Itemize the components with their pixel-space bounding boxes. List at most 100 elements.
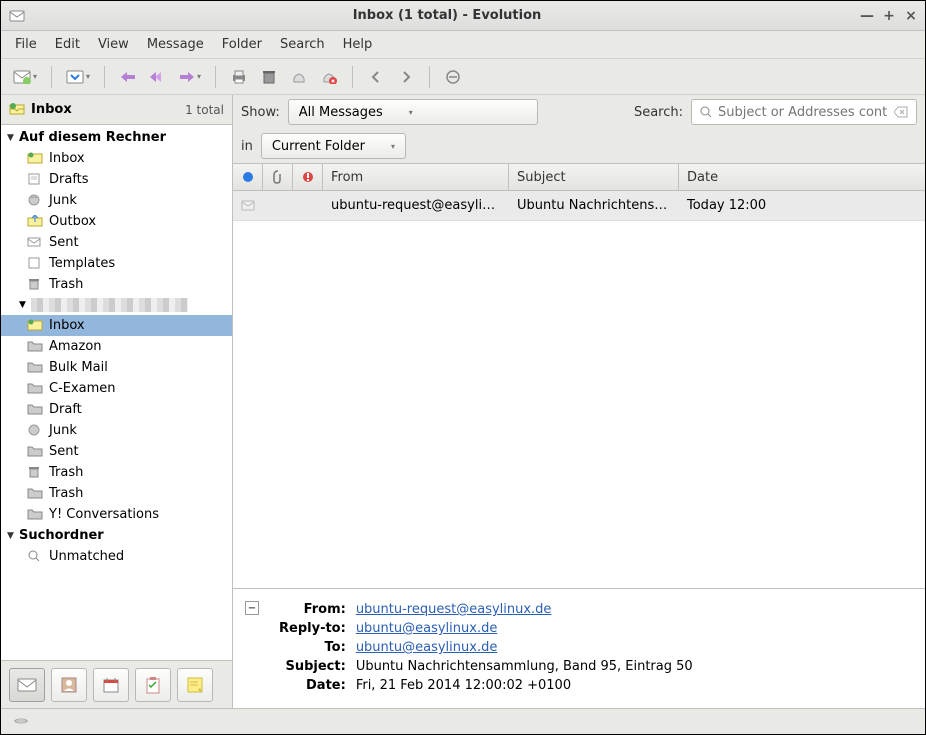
folder-templates[interactable]: Templates [1,253,232,274]
folder-label: Trash [49,277,83,292]
junk-button[interactable] [286,64,312,90]
folder-inbox-remote[interactable]: Inbox [1,315,232,336]
folder-sent[interactable]: Sent [1,232,232,253]
col-attachment[interactable] [263,164,293,190]
col-date[interactable]: Date [679,164,925,190]
main-area: Inbox 1 total ▼Auf diesem Rechner Inbox … [1,95,925,708]
from-value[interactable]: ubuntu-request@easylinux.de [356,602,552,617]
switch-calendar[interactable] [93,668,129,702]
folder-trash[interactable]: Trash [1,274,232,295]
not-junk-button[interactable] [316,64,342,90]
folder-junk[interactable]: Junk [1,190,232,211]
folder-y-conversations[interactable]: Y! Conversations [1,504,232,525]
switch-mail[interactable] [9,668,45,702]
subject-value: Ubuntu Nachrichtensammlung, Band 95, Ein… [356,658,693,675]
chevron-down-icon: ▾ [33,72,37,81]
folder-label: Bulk Mail [49,360,108,375]
statusbar [1,708,925,734]
next-button[interactable] [393,64,419,90]
folder-bulk-mail[interactable]: Bulk Mail [1,357,232,378]
date-cell: Today 12:00 [679,198,925,213]
folder-sent-remote[interactable]: Sent [1,441,232,462]
close-button[interactable]: × [905,10,917,22]
scope-combo[interactable]: Current Folder▾ [261,133,406,159]
message-preview: − From:ubuntu-request@easylinux.de Reply… [233,588,925,708]
subject-label: Subject: [279,658,354,675]
message-row[interactable]: ubuntu-request@easyli… Ubuntu Nachrichte… [233,191,925,221]
separator [352,66,353,88]
col-important[interactable] [293,164,323,190]
folder-draft-remote[interactable]: Draft [1,399,232,420]
maximize-button[interactable]: + [883,10,895,22]
chevron-down-icon: ▾ [86,72,90,81]
sidebar: Inbox 1 total ▼Auf diesem Rechner Inbox … [1,95,233,708]
cancel-button[interactable] [440,64,466,90]
clear-icon[interactable] [894,106,908,118]
status-cell [233,200,263,212]
folder-inbox[interactable]: Inbox [1,148,232,169]
inbox-icon [27,319,43,333]
chevron-down-icon: ▾ [197,72,201,81]
from-label: From: [279,601,354,618]
attachment-icon [272,170,284,184]
print-button[interactable] [226,64,252,90]
menu-file[interactable]: File [7,33,45,56]
menu-help[interactable]: Help [335,33,381,56]
folder-tree[interactable]: ▼Auf diesem Rechner Inbox Drafts Junk Ou… [1,125,232,660]
search-icon [700,106,712,118]
folder-icon [27,487,43,501]
send-receive-button[interactable]: ▾ [62,64,94,90]
subject-cell: Ubuntu Nachrichtens… [509,198,679,213]
folder-trash-remote-1[interactable]: Trash [1,462,232,483]
col-status[interactable] [233,164,263,190]
search-folders-group[interactable]: ▼Suchordner [1,525,232,546]
switch-memos[interactable] [177,668,213,702]
folder-icon [27,403,43,417]
menu-folder[interactable]: Folder [214,33,270,56]
filter-bar-2: in Current Folder▾ [233,129,925,163]
switch-tasks[interactable] [135,668,171,702]
filter-bar: Show: All Messages▾ Search: [233,95,925,129]
separator [215,66,216,88]
disclosure-arrow-icon: ▼ [7,531,19,541]
folder-outbox[interactable]: Outbox [1,211,232,232]
account-local[interactable]: ▼Auf diesem Rechner [1,127,232,148]
folder-unmatched[interactable]: Unmatched [1,546,232,567]
important-icon [302,171,314,183]
search-box[interactable] [691,99,917,125]
folder-label: Draft [49,402,82,417]
replyto-value[interactable]: ubuntu@easylinux.de [356,621,498,636]
sent-icon [27,236,43,250]
app-icon [9,8,25,24]
to-value[interactable]: ubuntu@easylinux.de [356,640,498,655]
chevron-down-icon: ▾ [409,108,413,117]
collapse-header-button[interactable]: − [245,601,259,615]
reply-button[interactable] [115,64,141,90]
prev-button[interactable] [363,64,389,90]
folder-label: Sent [49,235,79,250]
folder-trash-remote-2[interactable]: Trash [1,483,232,504]
folder-amazon[interactable]: Amazon [1,336,232,357]
folder-c-examen[interactable]: C-Examen [1,378,232,399]
menu-view[interactable]: View [90,33,137,56]
message-list[interactable]: ubuntu-request@easyli… Ubuntu Nachrichte… [233,191,925,588]
separator [104,66,105,88]
delete-button[interactable] [256,64,282,90]
menu-search[interactable]: Search [272,33,333,56]
minimize-button[interactable]: — [861,10,873,22]
new-button[interactable]: ▾ [9,64,41,90]
titlebar: Inbox (1 total) - Evolution — + × [1,1,925,31]
switch-contacts[interactable] [51,668,87,702]
to-label: To: [279,639,354,656]
col-from[interactable]: From [323,164,509,190]
folder-junk-remote[interactable]: Junk [1,420,232,441]
show-combo[interactable]: All Messages▾ [288,99,538,125]
reply-all-button[interactable] [145,64,171,90]
account-remote[interactable]: ▼ [1,295,232,315]
col-subject[interactable]: Subject [509,164,679,190]
menu-edit[interactable]: Edit [47,33,88,56]
folder-drafts[interactable]: Drafts [1,169,232,190]
menu-message[interactable]: Message [139,33,212,56]
search-input[interactable] [718,105,888,120]
forward-button[interactable]: ▾ [175,64,205,90]
